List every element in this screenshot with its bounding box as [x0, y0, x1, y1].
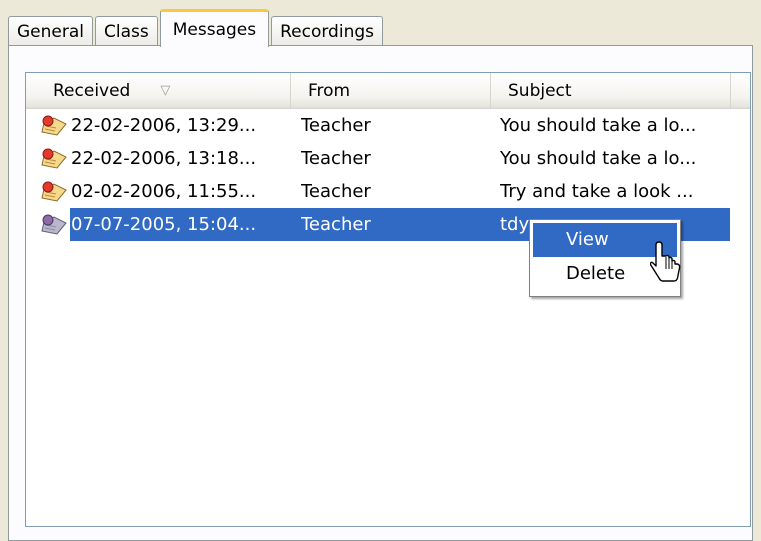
hand-pointer-cursor-icon: [650, 241, 681, 282]
unread-message-icon: [41, 148, 67, 169]
messages-list[interactable]: Received ▽ From Subject 22-02-2006, 13:2…: [25, 72, 751, 527]
received-cell: 02-02-2006, 11:55...: [71, 181, 257, 202]
column-label: Subject: [508, 80, 572, 101]
tab-label: Messages: [172, 19, 257, 40]
subject-cell: You should take a lo...: [500, 115, 697, 136]
received-cell: 07-07-2005, 15:04...: [71, 214, 257, 235]
message-row[interactable]: 02-02-2006, 11:55... Teacher Try and tak…: [26, 175, 750, 208]
column-header-from[interactable]: From: [291, 73, 491, 108]
menu-item-label: Delete: [566, 263, 626, 284]
tab-class[interactable]: Class: [95, 16, 158, 46]
dialog-body: { "tabs": [ {"label": "General"}, {"labe…: [0, 0, 761, 541]
menu-item-label: View: [566, 229, 609, 250]
unread-message-icon: [41, 181, 67, 202]
sort-descending-icon: ▽: [160, 83, 171, 98]
tab-label: Recordings: [280, 21, 374, 42]
unread-message-icon: [41, 115, 67, 136]
list-header: Received ▽ From Subject: [26, 73, 750, 109]
subject-cell: You should take a lo...: [500, 148, 697, 169]
column-header-received[interactable]: Received ▽: [26, 73, 291, 108]
received-cell: 22-02-2006, 13:18...: [71, 148, 257, 169]
from-cell: Teacher: [301, 181, 371, 202]
from-cell: Teacher: [301, 214, 371, 235]
received-cell: 22-02-2006, 13:29...: [71, 115, 257, 136]
tab-general[interactable]: General: [8, 16, 93, 46]
column-label: Received: [53, 80, 131, 101]
tab-recordings[interactable]: Recordings: [271, 16, 383, 46]
column-header-subject[interactable]: Subject: [491, 73, 731, 108]
from-cell: Teacher: [301, 148, 371, 169]
read-message-icon: [41, 214, 67, 235]
tab-strip: General Class Messages Recordings: [8, 6, 385, 47]
tab-label: Class: [104, 21, 149, 42]
message-row[interactable]: 22-02-2006, 13:29... Teacher You should …: [26, 109, 750, 142]
column-label: From: [308, 80, 351, 101]
message-row[interactable]: 22-02-2006, 13:18... Teacher You should …: [26, 142, 750, 175]
tab-label: General: [17, 21, 84, 42]
tab-messages[interactable]: Messages: [159, 9, 270, 47]
subject-cell: Try and take a look ...: [500, 181, 694, 202]
from-cell: Teacher: [301, 115, 371, 136]
